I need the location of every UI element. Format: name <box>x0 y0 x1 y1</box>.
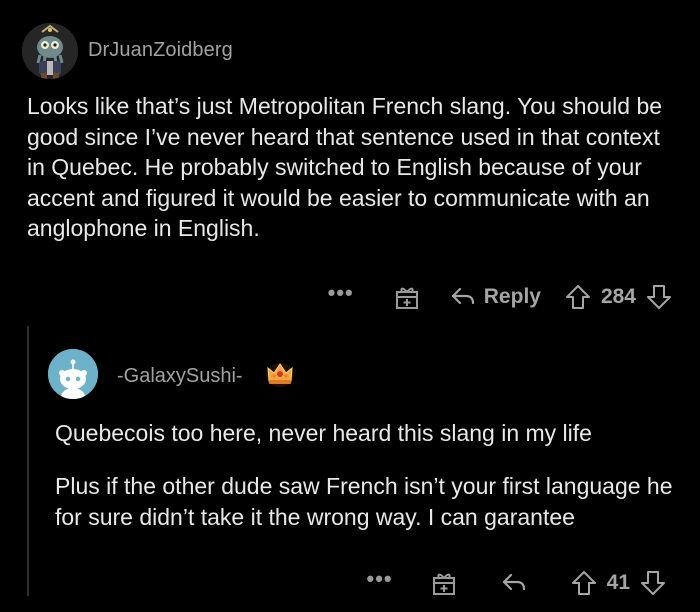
reply-arrow-icon <box>451 287 474 305</box>
vote-score: 284 <box>600 285 636 308</box>
vote-score: 41 <box>606 571 630 594</box>
award-button[interactable] <box>431 570 457 596</box>
comment-body-paragraph: Plus if the other dude saw French isn’t … <box>55 473 673 530</box>
reply-label: Reply <box>483 285 541 308</box>
more-options-button[interactable]: ••• <box>367 568 393 598</box>
comment-1: DrJuanZoidberg Looks like that’s just Me… <box>0 0 700 320</box>
upvote-icon <box>565 285 590 309</box>
upvote-button[interactable] <box>565 284 591 310</box>
award-icon <box>395 287 418 309</box>
reply-button[interactable]: Reply <box>450 285 541 309</box>
downvote-button[interactable] <box>646 284 672 310</box>
comment-username[interactable]: DrJuanZoidberg <box>88 39 233 62</box>
award-icon <box>432 573 455 595</box>
downvote-icon <box>647 285 671 309</box>
upvote-icon <box>571 571 596 595</box>
reply-button[interactable] <box>501 572 527 594</box>
downvote-button[interactable] <box>640 570 666 596</box>
reply-arrow-icon <box>502 573 525 591</box>
comment-body: Looks like that’s just Metropolitan Fren… <box>27 93 663 241</box>
snoo-avatar-icon <box>48 349 98 399</box>
comment-actions: ••• 41 <box>367 566 666 600</box>
comment-username[interactable]: -GalaxySushi- <box>117 365 243 388</box>
user-avatar[interactable] <box>22 23 78 79</box>
user-avatar[interactable] <box>48 349 98 399</box>
more-options-button[interactable]: ••• <box>328 282 354 312</box>
downvote-icon <box>641 571 665 595</box>
award-button[interactable] <box>394 284 420 310</box>
comment-body-paragraph: Quebecois too here, never heard this sla… <box>55 420 592 446</box>
zoidberg-avatar-icon <box>22 23 78 79</box>
comment-2: -GalaxySushi- Quebecois too here, never … <box>0 326 700 612</box>
crown-award-icon <box>264 359 296 389</box>
comment-actions: ••• Reply 284 <box>328 280 672 314</box>
upvote-button[interactable] <box>571 570 597 596</box>
